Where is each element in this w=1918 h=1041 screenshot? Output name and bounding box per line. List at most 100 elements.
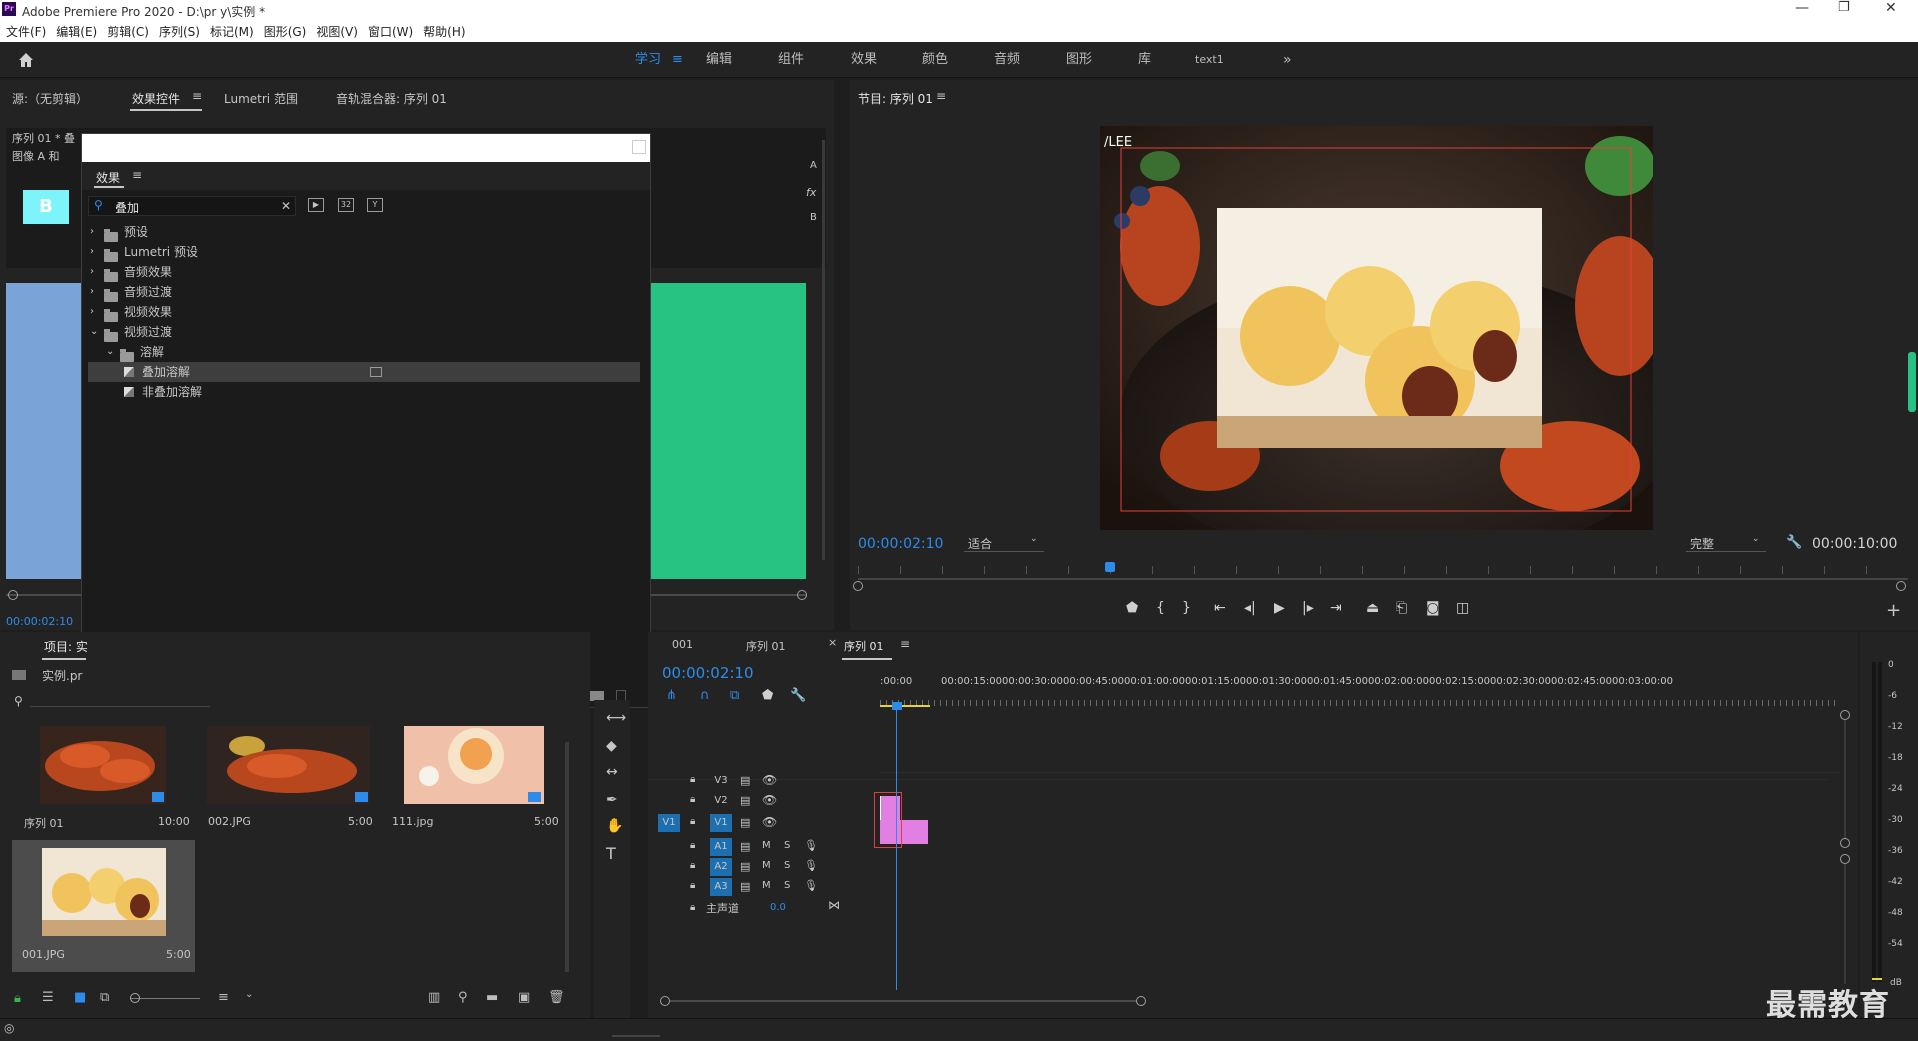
audio-vscroll[interactable] — [1844, 864, 1846, 984]
project-vscroll[interactable] — [565, 742, 569, 972]
close-button[interactable]: ✕ — [1885, 0, 1897, 16]
effects-tree-item[interactable]: › 音频效果 — [88, 262, 640, 282]
thumb-001-jpg-selected[interactable]: 001.JPG 5:00 — [12, 840, 195, 972]
track-lock-icon[interactable]: 🔒︎ — [690, 860, 695, 871]
effects-search-input[interactable]: ⚲ 叠加 ✕ — [88, 196, 296, 216]
track-lock-icon[interactable]: 🔒︎ — [690, 880, 695, 891]
find-icon[interactable]: ⚲ — [458, 990, 468, 1005]
go-to-in-icon[interactable]: ⇤ — [1214, 600, 1226, 616]
yuv-effects-icon[interactable]: Y — [367, 198, 383, 212]
track-lock-icon[interactable]: 🔒︎ — [690, 794, 695, 805]
timeline-zoom-handle-right[interactable] — [1136, 996, 1146, 1006]
hand-tool-icon[interactable]: ✋ — [606, 818, 623, 834]
tab-lumetri-scopes[interactable]: Lumetri 范围 — [224, 90, 298, 107]
list-view-icon[interactable]: ☰ — [42, 990, 54, 1005]
automate-to-sequence-icon[interactable]: ▥ — [428, 990, 440, 1005]
minimize-button[interactable]: — — [1795, 0, 1809, 16]
zoom-slider-handle[interactable] — [130, 993, 140, 1003]
workspace-tab-edit[interactable]: 编辑 — [706, 42, 732, 78]
workspace-tab-libraries[interactable]: 库 — [1138, 42, 1151, 78]
chevron-down-icon[interactable]: ⌄ — [90, 322, 98, 342]
effects-panel-menu-icon[interactable]: ≡ — [132, 168, 142, 182]
program-ruler[interactable] — [858, 566, 1908, 574]
track-label-v1[interactable]: V1 — [710, 814, 732, 832]
menu-item[interactable]: 剪辑(C) — [107, 25, 149, 39]
track-label-v3[interactable]: V3 — [710, 772, 732, 790]
vertical-zoom-handle-bottom[interactable] — [1840, 854, 1850, 864]
thumb-111-jpg[interactable] — [404, 726, 544, 804]
effects-tree-item[interactable]: › 预设 — [88, 222, 640, 242]
track-label-v2[interactable]: V2 — [710, 792, 732, 810]
mark-in-icon[interactable]: { — [1156, 600, 1165, 616]
32bit-effects-icon[interactable]: 32 — [338, 198, 354, 212]
vertical-zoom-handle-mid[interactable] — [1840, 838, 1850, 848]
work-area-bar[interactable] — [880, 705, 930, 707]
go-to-out-icon[interactable]: ⇥ — [1330, 600, 1342, 616]
step-back-icon[interactable]: ◂| — [1244, 600, 1256, 616]
toggle-sync-lock-icon[interactable]: ▤ — [740, 860, 750, 873]
add-marker-icon[interactable]: ⬟ — [1126, 600, 1138, 616]
menu-item[interactable]: 视图(V) — [316, 25, 358, 39]
solo-button[interactable]: S — [784, 880, 790, 891]
effects-tree-item[interactable]: ⌄ 视频过渡 — [88, 322, 640, 342]
menu-item[interactable]: 文件(F) — [6, 25, 46, 39]
track-label-a2[interactable]: A2 — [710, 858, 732, 876]
track-lock-icon[interactable]: 🔒︎ — [690, 774, 695, 785]
program-scrub-bar[interactable] — [858, 578, 1908, 580]
toggle-sync-lock-icon[interactable]: ▤ — [740, 880, 750, 893]
razor-tool-icon[interactable]: ◆ — [606, 738, 617, 754]
chevron-right-icon[interactable]: › — [90, 262, 94, 282]
solo-button[interactable]: S — [784, 840, 790, 851]
toggle-sync-lock-icon[interactable]: ▤ — [740, 774, 750, 787]
workspace-tab-graphics[interactable]: 图形 — [1066, 42, 1092, 78]
track-lock-icon[interactable]: 🔒︎ — [690, 840, 695, 851]
fit-dropdown[interactable]: 适合 ⌄ — [964, 534, 1044, 552]
chevron-down-icon[interactable]: ⌄ — [106, 342, 114, 362]
effect-controls-vscroll[interactable] — [822, 140, 825, 560]
toggle-sync-lock-icon[interactable]: ▤ — [740, 794, 750, 807]
track-lock-icon[interactable]: 🔒︎ — [690, 902, 695, 913]
master-volume-value[interactable]: 0.0 — [770, 902, 786, 913]
chevron-right-icon[interactable]: › — [90, 222, 94, 242]
tab-source[interactable]: 源:（无剪辑） — [12, 90, 88, 107]
track-lock-icon[interactable]: 🔒︎ — [690, 816, 695, 827]
timeline-playhead-handle[interactable] — [892, 702, 902, 710]
scroll-handle-left[interactable] — [8, 590, 18, 600]
mark-out-icon[interactable]: } — [1182, 600, 1191, 616]
menu-item[interactable]: 序列(S) — [159, 25, 200, 39]
track-label-a1[interactable]: A1 — [710, 838, 732, 856]
menu-item[interactable]: 编辑(E) — [56, 25, 97, 39]
program-monitor-menu-icon[interactable]: ≡ — [936, 89, 946, 103]
slip-tool-icon[interactable]: ↔ — [606, 764, 618, 780]
new-bin-icon[interactable]: ▬ — [486, 990, 498, 1005]
tab-effect-controls[interactable]: 效果控件 — [132, 90, 180, 107]
compare-view-icon[interactable]: ◫ — [1456, 600, 1469, 616]
eye-icon[interactable]: 👁︎ — [762, 793, 777, 807]
effects-tree-item[interactable]: 叠加溶解 — [88, 362, 640, 382]
home-icon[interactable] — [16, 50, 36, 70]
transition-highlight-box[interactable] — [874, 792, 902, 848]
export-frame-camera-icon[interactable]: ◙ — [1426, 600, 1440, 616]
menu-item[interactable]: 帮助(H) — [423, 25, 465, 39]
lock-icon[interactable]: 🔒︎ — [14, 991, 21, 1006]
program-zoom-handle-right[interactable] — [1896, 581, 1906, 591]
menu-item[interactable]: 窗口(W) — [368, 25, 413, 39]
more-workspaces-icon[interactable]: » — [1283, 42, 1292, 78]
mute-button[interactable]: M — [762, 860, 771, 871]
chevron-right-icon[interactable]: › — [90, 302, 94, 322]
program-timecode[interactable]: 00:00:02:10 — [858, 536, 943, 552]
program-playhead[interactable] — [1105, 562, 1115, 572]
vertical-zoom-handle-top[interactable] — [1840, 710, 1850, 720]
effects-tree-item[interactable]: › 视频效果 — [88, 302, 640, 322]
effects-tree-item[interactable]: 非叠加溶解 — [88, 382, 640, 402]
step-forward-icon[interactable]: |▸ — [1302, 600, 1314, 616]
ripple-edit-tool-icon[interactable]: ⟷ — [606, 710, 626, 726]
pen-tool-icon[interactable]: ✒ — [606, 792, 618, 808]
scroll-handle-right[interactable] — [797, 590, 807, 600]
toggle-sync-lock-icon[interactable]: ▤ — [740, 840, 750, 853]
extract-icon[interactable]: ⎗ — [1396, 600, 1407, 616]
chevron-right-icon[interactable]: › — [90, 282, 94, 302]
zoom-slider[interactable] — [130, 998, 200, 999]
timeline-zoom-handle-left[interactable] — [660, 996, 670, 1006]
microphone-icon[interactable]: 🎙︎ — [804, 859, 818, 872]
